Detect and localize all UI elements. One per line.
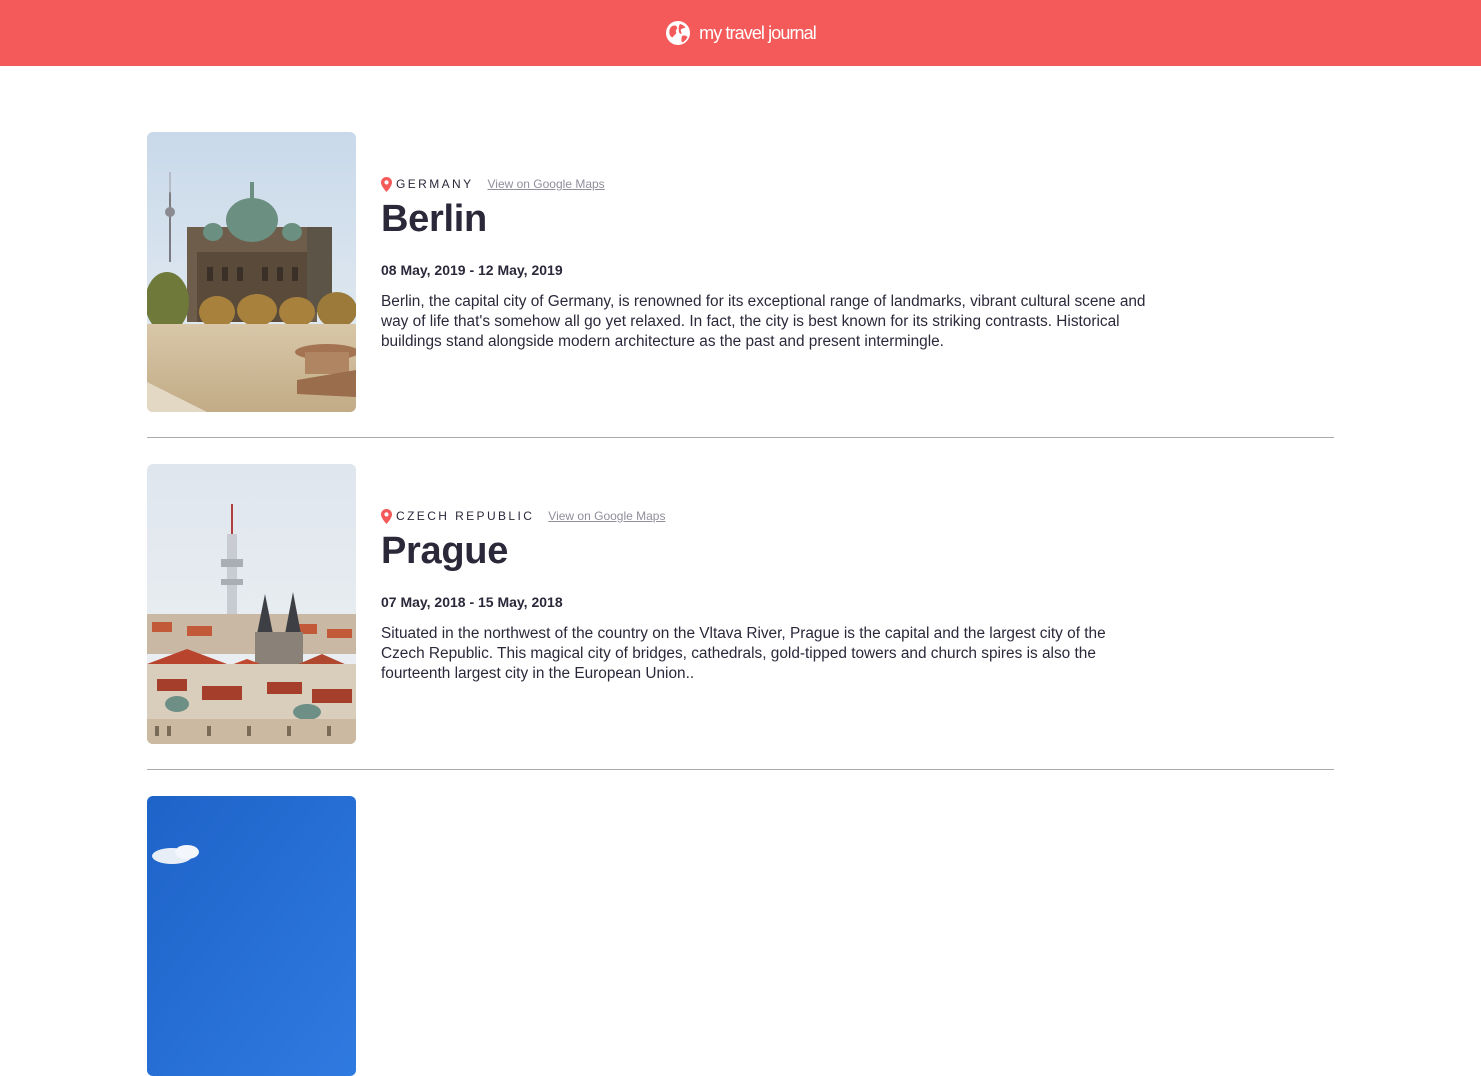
- city-title: Berlin: [381, 198, 487, 240]
- entry-description: Berlin, the capital city of Germany, is …: [381, 293, 1146, 350]
- country-label: GERMANY: [396, 177, 474, 191]
- country-label: CZECH REPUBLIC: [396, 509, 535, 523]
- location-row: CZECH REPUBLIC View on Google Maps: [381, 508, 1151, 524]
- journal-entry-third: [147, 796, 1334, 1076]
- trip-dates: 07 May, 2018 - 15 May, 2018: [381, 594, 563, 610]
- blue-sky-photo: [147, 796, 356, 1076]
- google-maps-link[interactable]: View on Google Maps: [487, 177, 604, 191]
- entry-info: CZECH REPUBLIC View on Google Maps Pragu…: [381, 508, 1151, 684]
- location-row: GERMANY View on Google Maps: [381, 176, 1151, 192]
- location-pin-icon: [381, 508, 392, 524]
- journal-entry-prague: CZECH REPUBLIC View on Google Maps Pragu…: [147, 464, 1334, 744]
- globe-icon: [666, 21, 691, 45]
- entry-description: Situated in the northwest of the country…: [381, 625, 1106, 682]
- top-bar: my travel journal: [0, 0, 1481, 66]
- city-title: Prague: [381, 530, 509, 572]
- berlin-cathedral-photo: [147, 132, 356, 412]
- journal-entries: GERMANY View on Google Maps Berlin 08 Ma…: [147, 132, 1334, 1076]
- brand[interactable]: my travel journal: [665, 20, 817, 46]
- app-title: my travel journal: [699, 22, 817, 43]
- google-maps-link[interactable]: View on Google Maps: [548, 509, 665, 523]
- location-pin-icon: [381, 176, 392, 192]
- prague-city-photo: [147, 464, 356, 744]
- trip-dates: 08 May, 2019 - 12 May, 2019: [381, 262, 563, 278]
- journal-entry-berlin: GERMANY View on Google Maps Berlin 08 Ma…: [147, 132, 1334, 412]
- entry-divider: [147, 437, 1334, 438]
- entry-divider: [147, 769, 1334, 770]
- entry-info: GERMANY View on Google Maps Berlin 08 Ma…: [381, 176, 1151, 352]
